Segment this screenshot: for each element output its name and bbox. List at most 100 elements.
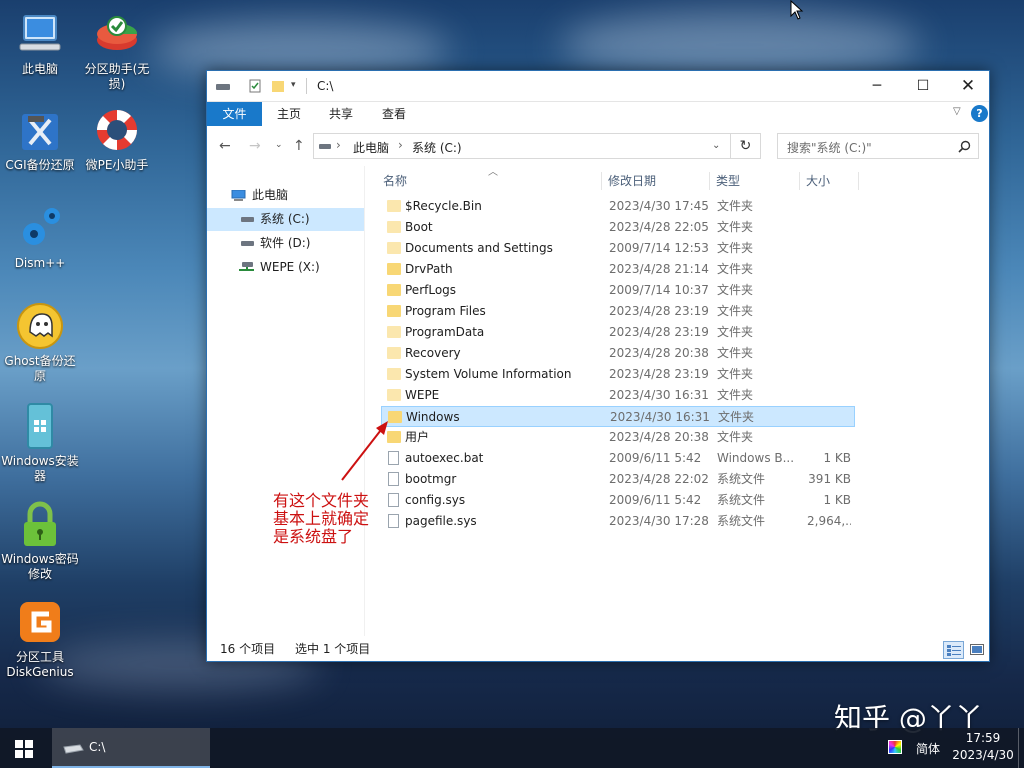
maximize-button[interactable]: ☐	[900, 71, 946, 101]
desktop-icon-windows-password[interactable]: Windows密码修改	[1, 500, 79, 582]
file-row[interactable]: Boot 2023/4/28 22:05 文件夹	[381, 217, 855, 238]
tab-share[interactable]: 共享	[319, 102, 363, 126]
quick-access-dropdown-icon[interactable]: ▾	[291, 80, 296, 90]
taskbar-task-label: C:\	[89, 740, 106, 754]
recent-locations-chevron-icon[interactable]: ⌄	[275, 140, 283, 150]
desktop-icon-cgi-backup[interactable]: CGI备份还原	[1, 106, 79, 173]
file-date: 2009/7/14 10:37	[609, 283, 709, 297]
file-row[interactable]: 用户 2023/4/28 20:38 文件夹	[381, 427, 855, 448]
file-name: pagefile.sys	[405, 514, 477, 528]
file-name: $Recycle.Bin	[405, 199, 482, 213]
color-picker-tray-icon[interactable]	[888, 740, 902, 754]
desktop-icon-label: Windows密码修改	[1, 552, 79, 581]
nav-item-software-d[interactable]: 软件 (D:)	[207, 232, 363, 255]
file-name: ProgramData	[405, 325, 485, 339]
desktop-icon-label: Ghost备份还原	[4, 354, 76, 383]
file-row[interactable]: System Volume Information 2023/4/28 23:19…	[381, 364, 855, 385]
divider	[306, 78, 307, 94]
help-icon[interactable]: ?	[971, 105, 988, 122]
tab-view[interactable]: 查看	[372, 102, 416, 126]
column-header-date[interactable]: 修改日期	[602, 172, 710, 190]
desktop-icon-label: 分区助手(无损)	[84, 62, 150, 91]
up-arrow-icon[interactable]: ↑	[293, 138, 305, 154]
tab-file[interactable]: 文件	[207, 102, 262, 126]
file-row[interactable]: bootmgr 2023/4/28 22:02 系统文件 391 KB	[381, 469, 855, 490]
nav-item-label: 此电脑	[252, 188, 289, 202]
cgi-backup-icon	[16, 106, 64, 154]
large-icons-view-icon	[970, 644, 984, 655]
back-arrow-icon[interactable]: ←	[219, 138, 231, 154]
desktop-icon-ghost[interactable]: Ghost备份还原	[1, 302, 79, 384]
column-header-name[interactable]: 名称	[377, 172, 602, 190]
desktop-icon-this-pc[interactable]: 此电脑	[1, 10, 79, 77]
forward-arrow-icon[interactable]: →	[249, 138, 261, 154]
search-input[interactable]: 搜索"系统 (C:)"	[777, 133, 979, 159]
padlock-icon	[16, 500, 64, 548]
file-type: 文件夹	[717, 283, 754, 297]
file-type: 文件夹	[717, 220, 754, 234]
refresh-button[interactable]: ↻	[731, 133, 761, 159]
folder-icon	[387, 368, 401, 380]
ime-indicator[interactable]: 简体	[916, 740, 940, 757]
address-dropdown-chevron-icon[interactable]: ⌄	[712, 140, 720, 151]
folder-icon	[387, 305, 401, 317]
file-row[interactable]: Program Files 2023/4/28 23:19 文件夹	[381, 301, 855, 322]
clock[interactable]: 17:59 2023/4/30	[950, 730, 1016, 764]
file-type: 系统文件	[717, 514, 766, 528]
ribbon-expand-icon[interactable]: ▽	[953, 106, 961, 117]
folder-icon	[387, 389, 401, 401]
file-type: Windows B...	[717, 451, 795, 465]
desktop-icon-wepe-helper[interactable]: 微PE小助手	[78, 106, 156, 173]
windows-start-icon[interactable]	[15, 740, 33, 758]
file-row[interactable]: autoexec.bat 2009/6/11 5:42 Windows B... 1 …	[381, 448, 855, 469]
breadcrumb-separator: ›	[336, 138, 341, 152]
taskbar-explorer-button[interactable]: C:\	[52, 728, 210, 768]
details-view-button[interactable]	[943, 641, 964, 659]
address-bar[interactable]: › 此电脑 › 系统 (C:) ⌄	[313, 133, 731, 159]
tab-home[interactable]: 主页	[267, 102, 311, 126]
file-row[interactable]: PerfLogs 2009/7/14 10:37 文件夹	[381, 280, 855, 301]
title-bar[interactable]: ▾ C:\ ─ ☐ ✕	[207, 71, 989, 102]
file-size: 2,964,...	[807, 514, 851, 528]
breadcrumb-this-pc[interactable]: 此电脑	[353, 139, 389, 156]
large-icons-view-button[interactable]	[967, 641, 987, 659]
desktop-icon-windows-installer[interactable]: Windows安装器	[1, 402, 79, 484]
file-row[interactable]: config.sys 2009/6/11 5:42 系统文件 1 KB	[381, 490, 855, 511]
file-row-selected[interactable]: Windows 2023/4/30 16:31 文件夹	[381, 406, 855, 427]
minimize-button[interactable]: ─	[854, 71, 900, 101]
file-size: 1 KB	[823, 451, 851, 465]
nav-item-wepe-x[interactable]: WEPE (X:)	[207, 256, 363, 279]
annotation-line: 是系统盘了	[273, 527, 354, 546]
desktop-icon-partition-assistant[interactable]: 分区助手(无损)	[78, 10, 156, 92]
file-explorer-window: ▾ C:\ ─ ☐ ✕ 文件 主页 共享 查看 ▽ ? ← → ⌄ ↑ › 此电…	[206, 70, 990, 662]
gears-icon	[16, 204, 64, 252]
file-type: 文件夹	[717, 199, 754, 213]
file-row[interactable]: Documents and Settings 2009/7/14 12:53 文件夹	[381, 238, 855, 259]
show-desktop-button[interactable]	[1018, 728, 1019, 768]
column-header-type[interactable]: 类型	[710, 172, 800, 190]
ghost-icon	[16, 302, 64, 350]
file-row[interactable]: DrvPath 2023/4/28 21:14 文件夹	[381, 259, 855, 280]
properties-icon[interactable]	[249, 79, 261, 93]
file-type: 系统文件	[717, 493, 766, 507]
new-folder-icon[interactable]	[271, 79, 285, 93]
column-header-size[interactable]: 大小	[800, 172, 859, 190]
file-name: PerfLogs	[405, 283, 457, 297]
file-name: 用户	[405, 430, 430, 444]
breadcrumb-system-c[interactable]: 系统 (C:)	[412, 139, 462, 156]
file-row[interactable]: $Recycle.Bin 2023/4/30 17:45 文件夹	[381, 196, 855, 217]
nav-item-system-c[interactable]: 系统 (C:)	[207, 208, 364, 231]
nav-item-this-pc[interactable]: 此电脑	[207, 184, 363, 207]
desktop-icon-diskgenius[interactable]: 分区工具DiskGenius	[1, 598, 79, 680]
file-type: 文件夹	[717, 430, 754, 444]
breadcrumb-separator: ›	[398, 138, 403, 152]
drive-icon	[63, 744, 84, 754]
file-row[interactable]: WEPE 2023/4/30 16:31 文件夹	[381, 385, 855, 406]
file-list: ︿ 名称 修改日期 类型 大小 $Recycle.Bin 2023/4/30 17…	[375, 166, 989, 636]
desktop-icon-label: 此电脑	[21, 62, 58, 76]
file-row[interactable]: ProgramData 2023/4/28 23:19 文件夹	[381, 322, 855, 343]
file-row[interactable]: Recovery 2023/4/28 20:38 文件夹	[381, 343, 855, 364]
close-button[interactable]: ✕	[945, 71, 991, 101]
desktop-icon-dism[interactable]: Dism++	[1, 204, 79, 271]
file-row[interactable]: pagefile.sys 2023/4/30 17:28 系统文件 2,964,...	[381, 511, 855, 532]
